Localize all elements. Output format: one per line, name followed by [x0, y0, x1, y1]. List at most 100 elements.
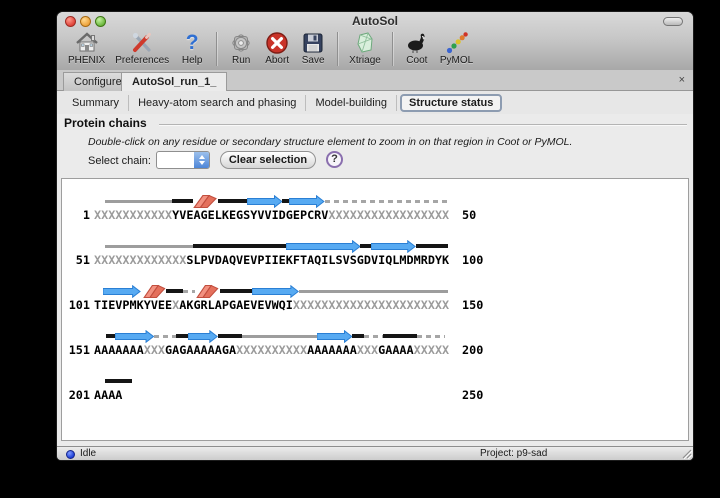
- coot-button[interactable]: Coot: [404, 30, 430, 66]
- residue-start-number: 201: [64, 388, 90, 402]
- beta-strand-arrow[interactable]: [371, 240, 416, 253]
- autosol-window: AutoSol PHENIX Preferences ? Help: [57, 12, 693, 460]
- beta-strand-arrow[interactable]: [289, 195, 325, 208]
- modeled-coil-line[interactable]: [218, 199, 246, 203]
- unmodeled-dashed-line[interactable]: [154, 335, 177, 338]
- run-button[interactable]: Run: [228, 30, 254, 66]
- xtriage-button[interactable]: Xtriage: [349, 30, 381, 66]
- abort-button[interactable]: Abort: [264, 30, 290, 66]
- beta-strand-arrow[interactable]: [317, 330, 353, 343]
- residue-sequence[interactable]: XXXXXXXXXXXYVEAGELKEGSYVVIDGEPCRVXXXXXXX…: [94, 208, 449, 222]
- unmodeled-line[interactable]: [105, 245, 194, 248]
- instruction-text: Double-click on any residue or secondary…: [88, 136, 572, 148]
- help-circle-button[interactable]: ?: [326, 151, 343, 168]
- residue-sequence[interactable]: XXXXXXXXXXXXXSLPVDAQVEVPIIEKFTAQILSVSGDV…: [94, 253, 449, 267]
- beta-strand-arrow[interactable]: [247, 195, 283, 208]
- unmodeled-dashed-line[interactable]: [417, 335, 445, 338]
- tab-structure-status[interactable]: Structure status: [400, 94, 502, 112]
- beta-strand-arrow[interactable]: [286, 240, 361, 253]
- modeled-residues[interactable]: AAAAAAA: [307, 343, 357, 357]
- toolbar-item-label: PyMOL: [440, 55, 473, 66]
- unmodeled-residues[interactable]: XXXXXXXXXXX: [94, 208, 172, 222]
- beta-strand-arrow[interactable]: [252, 285, 299, 298]
- save-floppy-icon: [300, 30, 326, 55]
- help-button[interactable]: ? Help: [179, 30, 205, 66]
- unmodeled-residues[interactable]: XXXXXXXXXXXXXXXXX: [328, 208, 449, 222]
- residue-end-number: 150: [462, 298, 483, 312]
- unmodeled-residues[interactable]: XXXXXXXXXXXXXXXXXXXXXX: [293, 298, 449, 312]
- toolbar-item-label: Run: [232, 55, 250, 66]
- unmodeled-dashed-line[interactable]: [364, 335, 383, 338]
- modeled-residues[interactable]: SLPVDAQVEVPIIEKFTAQILSVSGDVIQLMDMRDYK: [186, 253, 449, 267]
- help-question-icon: ?: [179, 30, 205, 55]
- modeled-coil-line[interactable]: [176, 334, 187, 338]
- unmodeled-line[interactable]: [242, 335, 317, 338]
- tab-heavy-atom-search[interactable]: Heavy-atom search and phasing: [129, 95, 306, 111]
- beta-strand-arrow[interactable]: [115, 330, 154, 343]
- unmodeled-residues[interactable]: XXX: [357, 343, 378, 357]
- modeled-coil-line[interactable]: [193, 244, 285, 248]
- modeled-coil-line[interactable]: [282, 199, 289, 203]
- unmodeled-line[interactable]: [299, 290, 447, 293]
- modeled-coil-line[interactable]: [166, 289, 183, 293]
- modeled-residues[interactable]: AKGRLAPGAEVEVWQI: [179, 298, 293, 312]
- dropdown-stepper-icon[interactable]: [194, 152, 209, 168]
- modeled-residues[interactable]: AAAAAAA: [94, 343, 144, 357]
- status-bar: Idle Project: p9-sad: [57, 446, 693, 460]
- tab-model-building[interactable]: Model-building: [306, 95, 397, 111]
- sequence-row: 51XXXXXXXXXXXXXSLPVDAQVEVPIIEKFTAQILSVSG…: [62, 238, 688, 283]
- close-tab-icon[interactable]: ×: [679, 73, 685, 87]
- residue-end-number: 200: [462, 343, 483, 357]
- unmodeled-residues[interactable]: XXX: [144, 343, 165, 357]
- secondary-structure-track: [94, 194, 450, 209]
- sequence-row: 151AAAAAAAXXXGAGAAAAAGAXXXXXXXXXXAAAAAAA…: [62, 328, 688, 373]
- beta-strand-arrow[interactable]: [103, 285, 141, 298]
- residue-sequence[interactable]: AAAAAAAXXXGAGAAAAAGAXXXXXXXXXXAAAAAAAXXX…: [94, 343, 449, 357]
- alpha-helix-ribbon[interactable]: [143, 284, 166, 299]
- modeled-coil-line[interactable]: [106, 334, 115, 338]
- modeled-coil-line[interactable]: [218, 334, 243, 338]
- sequence-row: 1XXXXXXXXXXXYVEAGELKEGSYVVIDGEPCRVXXXXXX…: [62, 193, 688, 238]
- clear-selection-button[interactable]: Clear selection: [220, 151, 316, 169]
- save-button[interactable]: Save: [300, 30, 326, 66]
- modeled-coil-line[interactable]: [352, 334, 363, 338]
- alpha-helix-ribbon[interactable]: [193, 194, 218, 209]
- unmodeled-residues[interactable]: XXXXX: [414, 343, 450, 357]
- unmodeled-dashed-line[interactable]: [183, 290, 194, 293]
- modeled-residues[interactable]: TIEVPMKYVEE: [94, 298, 172, 312]
- phenix-button[interactable]: PHENIX: [68, 30, 105, 66]
- modeled-coil-line[interactable]: [220, 289, 253, 293]
- alpha-helix-ribbon[interactable]: [196, 284, 219, 299]
- titlebar[interactable]: AutoSol: [57, 12, 693, 30]
- select-chain-dropdown[interactable]: [156, 151, 210, 169]
- resize-grip[interactable]: [680, 447, 692, 459]
- secondary-structure-track: [94, 239, 450, 254]
- modeled-coil-line[interactable]: [105, 379, 132, 383]
- tab-summary[interactable]: Summary: [63, 95, 129, 111]
- beta-strand-arrow[interactable]: [188, 330, 218, 343]
- unmodeled-residues[interactable]: XXXXXXXXXX: [236, 343, 307, 357]
- unmodeled-line[interactable]: [105, 200, 172, 203]
- unmodeled-dashed-line[interactable]: [325, 200, 449, 203]
- modeled-residues[interactable]: GAAAA: [378, 343, 414, 357]
- modeled-coil-line[interactable]: [383, 334, 417, 338]
- tab-autosol-run[interactable]: AutoSol_run_1_: [121, 72, 227, 92]
- pymol-button[interactable]: PyMOL: [440, 30, 473, 66]
- preferences-button[interactable]: Preferences: [115, 30, 169, 66]
- toolbar-item-label: Abort: [265, 55, 289, 66]
- run-gear-icon: [228, 30, 254, 55]
- residue-sequence[interactable]: TIEVPMKYVEEXAKGRLAPGAEVEVWQIXXXXXXXXXXXX…: [94, 298, 449, 312]
- residue-start-number: 151: [64, 343, 90, 357]
- modeled-coil-line[interactable]: [172, 199, 193, 203]
- modeled-residues[interactable]: YVEAGELKEGSYVVIDGEPCRV: [172, 208, 328, 222]
- modeled-residues[interactable]: AAAA: [94, 388, 122, 402]
- unmodeled-residues[interactable]: XXXXXXXXXXXXX: [94, 253, 186, 267]
- modeled-coil-line[interactable]: [360, 244, 371, 248]
- modeled-coil-line[interactable]: [416, 244, 448, 248]
- residue-start-number: 101: [64, 298, 90, 312]
- modeled-residues[interactable]: GAGAAAAAGA: [165, 343, 236, 357]
- residue-sequence[interactable]: AAAA: [94, 388, 122, 402]
- secondary-structure-track: [94, 329, 450, 344]
- toolbar-toggle-pill[interactable]: [663, 17, 683, 26]
- section-divider: [159, 124, 687, 125]
